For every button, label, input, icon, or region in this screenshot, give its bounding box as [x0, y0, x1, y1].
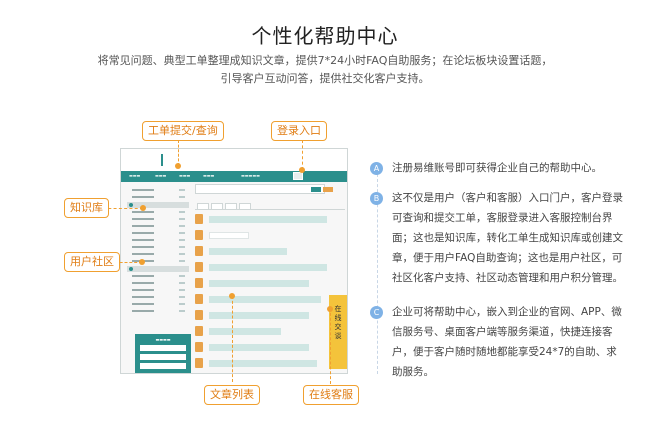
mock-community-section	[127, 266, 189, 272]
mock-search-button[interactable]	[311, 187, 321, 192]
feature-text: 企业可将帮助中心，嵌入到企业的官网、APP、微信服务号、桌面客户端等服务渠道，快…	[392, 306, 622, 378]
feature-item-c: C 企业可将帮助中心，嵌入到企业的官网、APP、微信服务号、桌面客户端等服务渠道…	[370, 302, 626, 382]
mock-login-button[interactable]	[293, 172, 303, 180]
callout-knowledge-base: 知识库	[64, 198, 109, 218]
mock-ticket-button[interactable]	[140, 363, 186, 369]
mock-search-input[interactable]	[195, 184, 325, 194]
page-title: 个性化帮助中心	[251, 24, 399, 48]
callout-user-community: 用户社区	[64, 252, 120, 272]
feature-text: 注册易维账号即可获得企业自己的帮助中心。	[392, 162, 602, 174]
badge-a-icon: A	[370, 162, 383, 175]
mock-ask-button[interactable]	[323, 187, 333, 192]
mock-ticket-box: ▬▬▬▬	[135, 334, 191, 373]
mock-ticket-button[interactable]	[140, 345, 186, 351]
callout-article-list: 文章列表	[204, 385, 260, 405]
callout-ticket-query: 工单提交/查询	[142, 121, 224, 141]
mock-nav-bar: ▬▬▬ ▬▬▬ ▬▬▬ ▬▬▬ ▬▬▬▬▬	[121, 171, 347, 182]
subtitle-line-2: 引导客户互动问答，提供社交化客户支持。	[220, 72, 430, 85]
mock-ticket-button[interactable]	[140, 354, 186, 360]
mock-sidebar	[127, 186, 189, 314]
mock-header	[121, 149, 347, 171]
callout-online-support: 在线客服	[303, 385, 359, 405]
badge-b-icon: B	[370, 192, 383, 205]
feature-item-b: B 这不仅是用户（客户和客服）入口门户，客户登录可查询和提交工单，客服登录进入客…	[370, 188, 626, 288]
feature-item-a: A 注册易维账号即可获得企业自己的帮助中心。	[370, 158, 626, 178]
callout-login-entry: 登录入口	[271, 121, 327, 141]
mock-tabs	[195, 202, 345, 210]
help-center-mockup: ▬▬▬ ▬▬▬ ▬▬▬ ▬▬▬ ▬▬▬▬▬ ▬▬▬▬ 在线交谈	[120, 148, 348, 374]
feature-text: 这不仅是用户（客户和客服）入口门户，客户登录可查询和提交工单，客服登录进入客服控…	[392, 192, 623, 284]
subtitle-line-1: 将常见问题、典型工单整理成知识文章，提供7*24小时FAQ自助服务；在论坛板块设…	[97, 54, 553, 67]
mock-main	[195, 182, 345, 373]
page-subtitle: 将常见问题、典型工单整理成知识文章，提供7*24小时FAQ自助服务；在论坛板块设…	[60, 52, 590, 88]
badge-c-icon: C	[370, 306, 383, 319]
